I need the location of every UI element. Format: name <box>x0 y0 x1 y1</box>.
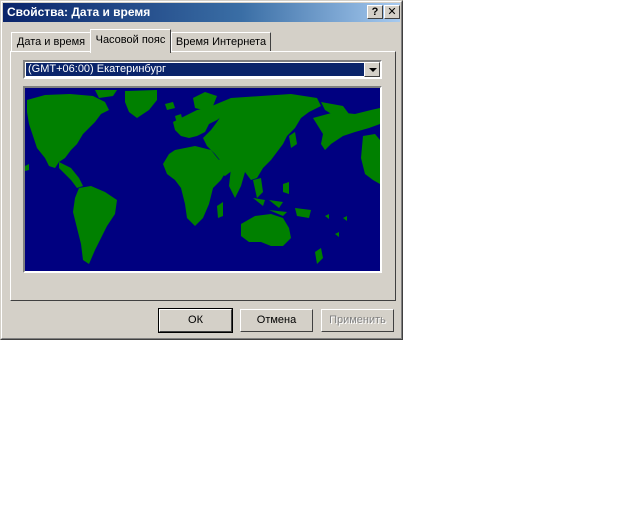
tab-internet-time[interactable]: Время Интернета <box>171 32 271 51</box>
close-button[interactable]: ✕ <box>384 5 400 19</box>
tab-time-zone[interactable]: Часовой пояс <box>90 29 171 53</box>
title-bar[interactable]: Свойства: Дата и время ? ✕ <box>3 3 400 22</box>
timezone-dropdown[interactable]: (GMT+06:00) Екатеринбург <box>23 60 382 79</box>
world-map <box>23 86 382 273</box>
tab-date-time[interactable]: Дата и время <box>11 32 91 51</box>
ok-button[interactable]: ОК <box>158 308 233 333</box>
apply-button[interactable]: Применить <box>321 309 394 332</box>
world-map-graphic <box>25 88 380 271</box>
help-button[interactable]: ? <box>367 5 383 19</box>
timezone-selected-value: (GMT+06:00) Екатеринбург <box>26 63 365 76</box>
window-title: Свойства: Дата и время <box>7 5 151 19</box>
date-time-properties-dialog: Свойства: Дата и время ? ✕ Дата и время … <box>0 0 403 340</box>
dropdown-arrow-icon[interactable] <box>364 62 380 77</box>
cancel-button[interactable]: Отмена <box>240 309 313 332</box>
